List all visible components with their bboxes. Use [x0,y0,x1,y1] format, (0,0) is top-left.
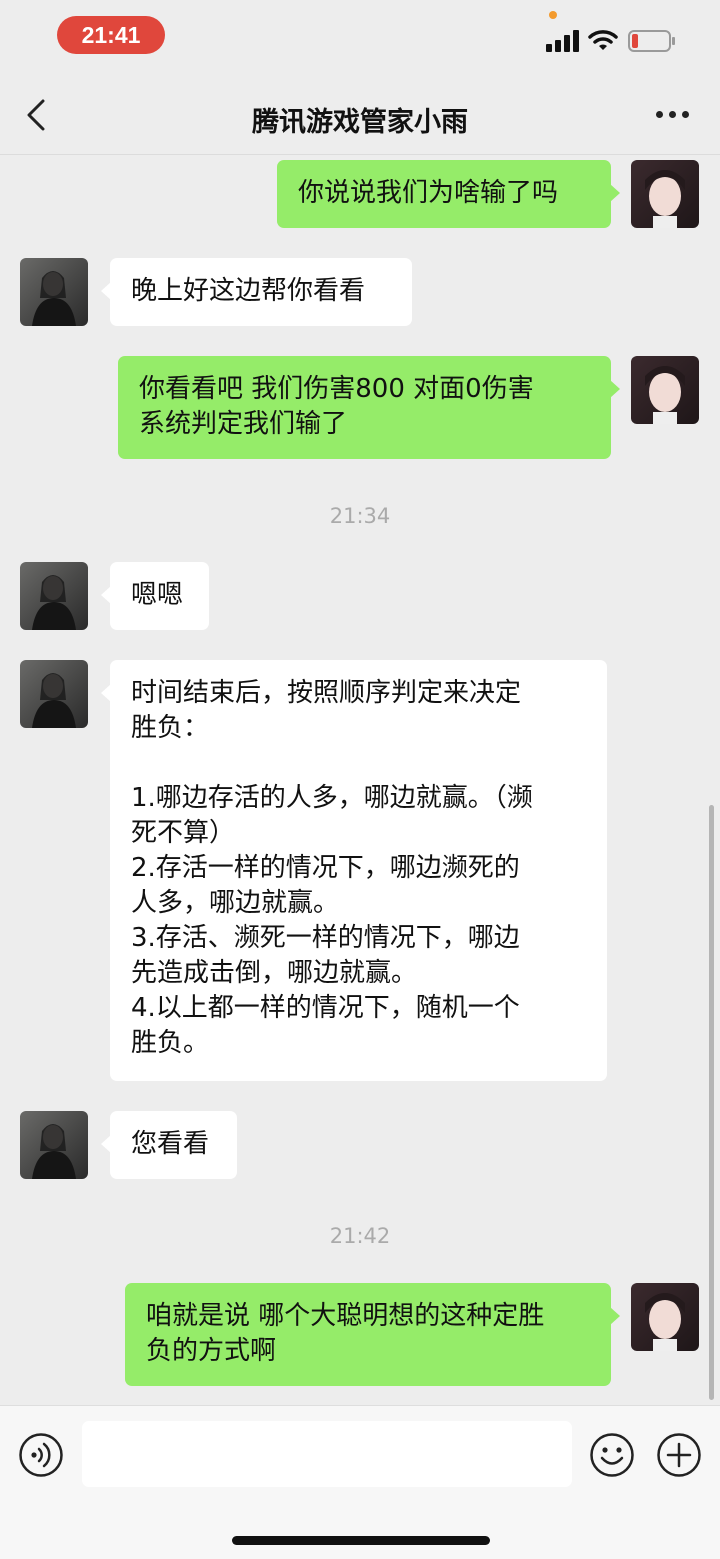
recording-indicator-dot [549,11,557,19]
more-dots-icon[interactable] [656,111,690,119]
battery-icon [628,30,675,52]
chat-scrollbar[interactable] [709,805,714,1400]
message-timestamp: 21:34 [329,504,391,528]
message-input[interactable] [82,1421,572,1487]
status-time: 21:41 [57,16,165,54]
voice-icon[interactable] [18,1432,64,1478]
message-bubble-incoming[interactable]: 时间结束后，按照顺序判定来决定 胜负： 1.哪边存活的人多，哪边就赢。（濒 死不… [101,660,607,1081]
agent-avatar[interactable] [20,562,88,630]
cellular-signal-icon [546,30,580,52]
message-timestamp: 21:42 [329,1224,391,1248]
message-bubble-incoming[interactable]: 晚上好这边帮你看看 [101,258,412,326]
agent-avatar[interactable] [20,660,88,728]
home-indicator [232,1536,490,1545]
chat-title: 腾讯游戏管家小雨 [252,107,468,138]
message-bubble-outgoing[interactable]: 你说说我们为啥输了吗 [277,160,620,228]
status-bar: 21:41 [0,0,720,76]
plus-icon[interactable] [656,1432,702,1478]
message-bubble-outgoing[interactable]: 咱就是说 哪个大聪明想的这种定胜 负的方式啊 [125,1283,620,1386]
message-bubble-incoming[interactable]: 嗯嗯 [101,562,209,630]
emoji-icon[interactable] [589,1432,635,1478]
my-avatar[interactable] [631,356,699,424]
my-avatar[interactable] [631,1283,699,1351]
wifi-icon [588,30,618,50]
message-bubble-outgoing[interactable]: 你看看吧 我们伤害800 对面0伤害 系统判定我们输了 [118,356,620,459]
agent-avatar[interactable] [20,258,88,326]
message-bubble-incoming[interactable]: 您看看 [101,1111,237,1179]
my-avatar[interactable] [631,160,699,228]
agent-avatar[interactable] [20,1111,88,1179]
input-bar [0,1405,720,1559]
chat-header: 腾讯游戏管家小雨 [0,76,720,155]
